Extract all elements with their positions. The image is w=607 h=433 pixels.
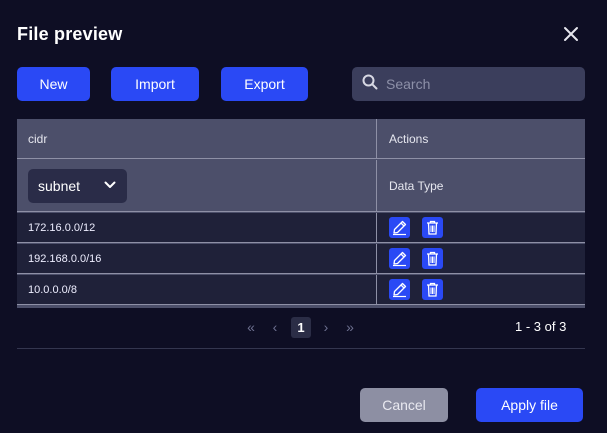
- pagination-range: 1 - 3 of 3: [515, 319, 567, 334]
- pencil-icon[interactable]: [389, 279, 410, 300]
- pencil-icon[interactable]: [389, 217, 410, 238]
- search-box: [352, 67, 585, 101]
- trash-icon[interactable]: [422, 217, 443, 238]
- type-select-value: subnet: [38, 178, 81, 194]
- current-page[interactable]: 1: [291, 317, 311, 338]
- trash-icon[interactable]: [422, 248, 443, 269]
- column-header-cidr: cidr: [28, 131, 48, 146]
- import-button[interactable]: Import: [111, 67, 199, 101]
- cancel-button[interactable]: Cancel: [360, 388, 448, 422]
- prev-page-icon[interactable]: ‹: [267, 318, 283, 336]
- trash-icon[interactable]: [422, 279, 443, 300]
- search-icon: [362, 74, 378, 95]
- apply-file-button[interactable]: Apply file: [476, 388, 583, 422]
- close-icon[interactable]: [560, 23, 582, 45]
- table-row: 10.0.0.0/8: [17, 275, 585, 305]
- cidr-cell: 10.0.0.0/8: [28, 283, 77, 296]
- cidr-cell: 172.16.0.0/12: [28, 221, 96, 234]
- data-type-label: Data Type: [389, 178, 444, 193]
- cidr-cell: 192.168.0.0/16: [28, 252, 102, 265]
- footer-divider: [17, 348, 585, 349]
- dialog-title: File preview: [17, 24, 123, 44]
- last-page-icon[interactable]: »: [342, 318, 358, 336]
- first-page-icon[interactable]: «: [243, 318, 259, 336]
- next-page-icon[interactable]: ›: [318, 318, 334, 336]
- data-table: cidr Actions subnet Data Type 172.16.0.0…: [17, 119, 585, 308]
- search-input[interactable]: [386, 76, 576, 92]
- table-header-row: cidr Actions: [17, 119, 585, 159]
- table-row: 192.168.0.0/16: [17, 244, 585, 274]
- pencil-icon[interactable]: [389, 248, 410, 269]
- table-subheader-row: subnet Data Type: [17, 160, 585, 212]
- export-button[interactable]: Export: [221, 67, 308, 101]
- chevron-down-icon: [104, 181, 116, 188]
- table-row: 172.16.0.0/12: [17, 213, 585, 243]
- type-select[interactable]: subnet: [28, 169, 127, 203]
- file-preview-dialog: File preview New Import Export cidr Acti…: [0, 0, 607, 433]
- new-button[interactable]: New: [17, 67, 90, 101]
- column-header-actions: Actions: [389, 131, 429, 146]
